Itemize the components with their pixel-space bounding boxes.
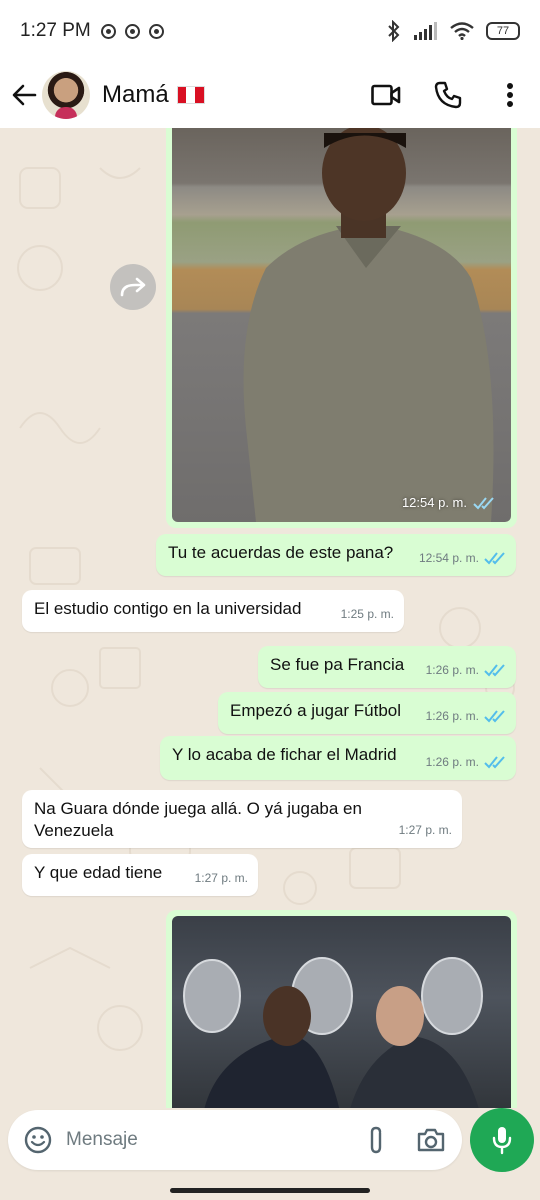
status-time: 1:27 PM bbox=[20, 20, 91, 41]
voice-call-button[interactable] bbox=[432, 79, 464, 111]
photo-person bbox=[243, 128, 494, 522]
message-time: 1:25 p. m. bbox=[340, 607, 394, 621]
video-call-icon bbox=[371, 84, 401, 106]
microphone-icon bbox=[492, 1127, 512, 1155]
emoji-icon[interactable] bbox=[24, 1126, 52, 1154]
battery-icon: 77 bbox=[486, 22, 520, 40]
photo-trophies bbox=[183, 957, 483, 1108]
wifi-icon bbox=[450, 22, 474, 40]
message-time: 1:26 p. m. bbox=[425, 663, 479, 677]
app-icon bbox=[148, 23, 164, 39]
voice-message-button[interactable] bbox=[470, 1108, 534, 1172]
camera-icon[interactable] bbox=[416, 1127, 446, 1153]
phone-icon bbox=[434, 81, 462, 109]
message-meta: 1:26 p. m. bbox=[426, 751, 506, 773]
message-input-container[interactable] bbox=[8, 1110, 462, 1170]
message-time: 1:27 p. m. bbox=[398, 823, 452, 837]
contact-name-label: Mamá bbox=[102, 81, 169, 108]
message-photo[interactable]: 12:54 p. m. bbox=[172, 128, 511, 522]
attach-icon[interactable] bbox=[366, 1125, 386, 1155]
read-ticks-icon bbox=[484, 756, 505, 769]
message-meta: 1:25 p. m. bbox=[341, 603, 394, 625]
message-bubble-outgoing[interactable]: Tu te acuerdas de este pana? 12:54 p. m. bbox=[156, 534, 516, 576]
home-indicator bbox=[170, 1188, 370, 1193]
message-meta: 1:26 p. m. bbox=[426, 705, 506, 727]
message-text: Tu te acuerdas de este pana? bbox=[168, 543, 394, 562]
message-bubble-outgoing[interactable]: Se fue pa Francia 1:26 p. m. bbox=[258, 646, 516, 688]
battery-level: 77 bbox=[496, 25, 510, 37]
more-vertical-icon bbox=[507, 83, 513, 107]
message-meta: 1:26 p. m. bbox=[426, 659, 506, 681]
message-list[interactable]: 12:54 p. m. Tu te acuerdas de este pana?… bbox=[0, 128, 540, 1108]
read-ticks-icon bbox=[484, 710, 505, 723]
app-icon bbox=[124, 23, 140, 39]
video-call-button[interactable] bbox=[370, 79, 402, 111]
read-ticks-icon bbox=[484, 664, 505, 677]
contact-name[interactable]: Mamá bbox=[102, 81, 205, 109]
message-text: Empezó a jugar Fútbol bbox=[230, 701, 402, 720]
message-text: El estudio contigo en la universidad bbox=[34, 599, 302, 618]
message-meta: 12:54 p. m. bbox=[419, 547, 506, 569]
more-options-button[interactable] bbox=[494, 79, 526, 111]
signal-icon bbox=[414, 22, 437, 40]
read-ticks-icon bbox=[484, 552, 505, 565]
image-message[interactable] bbox=[166, 910, 517, 1108]
composer-actions bbox=[366, 1125, 446, 1155]
composer bbox=[0, 1108, 540, 1200]
read-ticks-icon bbox=[473, 496, 494, 509]
status-bar: 1:27 PM 77 bbox=[0, 0, 540, 62]
forward-icon bbox=[120, 277, 146, 297]
arrow-left-icon bbox=[12, 84, 37, 106]
message-time: 12:54 p. m. bbox=[401, 495, 467, 510]
message-bubble-incoming[interactable]: El estudio contigo en la universidad 1:2… bbox=[22, 590, 404, 632]
instagram-icon bbox=[100, 23, 116, 39]
photo-meta: 12:54 p. m. bbox=[402, 495, 495, 510]
contact-avatar[interactable] bbox=[42, 71, 90, 119]
message-bubble-incoming[interactable]: Na Guara dónde juega allá. O yá jugaba e… bbox=[22, 790, 462, 848]
message-bubble-incoming[interactable]: Y que edad tiene 1:27 p. m. bbox=[22, 854, 258, 896]
message-bubble-outgoing[interactable]: Empezó a jugar Fútbol 1:26 p. m. bbox=[218, 692, 516, 734]
message-input[interactable] bbox=[66, 1129, 326, 1151]
message-photo[interactable] bbox=[172, 916, 511, 1108]
notification-icons bbox=[100, 23, 164, 39]
message-time: 1:26 p. m. bbox=[425, 755, 479, 769]
forward-button[interactable] bbox=[110, 264, 156, 310]
back-button[interactable] bbox=[8, 75, 40, 115]
system-icons: 77 bbox=[386, 20, 520, 42]
message-text: Se fue pa Francia bbox=[270, 655, 405, 674]
message-meta: 1:27 p. m. bbox=[399, 819, 452, 841]
message-time: 1:27 p. m. bbox=[194, 871, 248, 885]
bluetooth-icon bbox=[388, 20, 400, 42]
message-meta: 1:27 p. m. bbox=[195, 867, 248, 889]
message-time: 12:54 p. m. bbox=[418, 551, 479, 565]
message-text: Y que edad tiene bbox=[34, 863, 163, 882]
message-text: Y lo acaba de fichar el Madrid bbox=[172, 745, 397, 764]
chat-header: Mamá bbox=[0, 62, 540, 128]
peru-flag-icon bbox=[176, 86, 205, 104]
message-time: 1:26 p. m. bbox=[425, 709, 479, 723]
image-message[interactable]: 12:54 p. m. bbox=[166, 128, 517, 528]
message-text: Na Guara dónde juega allá. O yá jugaba e… bbox=[34, 799, 362, 840]
header-actions bbox=[370, 79, 526, 111]
message-bubble-outgoing[interactable]: Y lo acaba de fichar el Madrid 1:26 p. m… bbox=[160, 736, 516, 780]
